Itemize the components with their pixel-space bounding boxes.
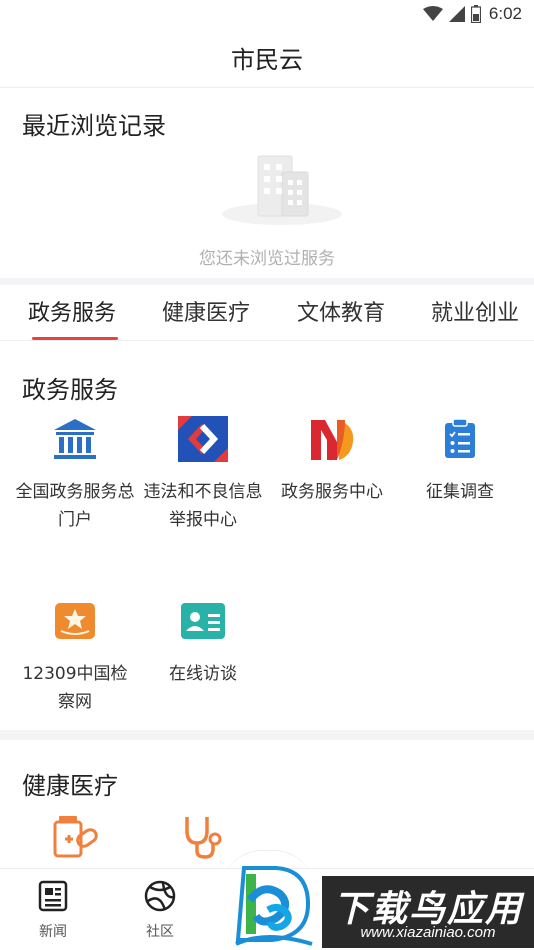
gov-service-center-icon xyxy=(307,414,357,464)
health-section: 健康医疗 xyxy=(0,740,534,868)
watermark-url: www.xiazainiao.com xyxy=(360,924,496,941)
government-building-icon xyxy=(50,414,100,464)
category-tabs: 政务服务 健康医疗 文体教育 就业创业 xyxy=(0,285,534,341)
page-title: 市民云 xyxy=(231,46,303,74)
service-item-national-portal[interactable]: 全国政务服务总门户 xyxy=(9,414,141,534)
watermark-logo xyxy=(226,860,318,950)
online-interview-icon xyxy=(178,596,228,646)
service-label: 征集调查 xyxy=(426,482,494,502)
service-label: 12309中国检察网 xyxy=(22,664,128,712)
service-label: 全国政务服务总门户 xyxy=(15,482,135,530)
nav-item-news[interactable]: 新闻 xyxy=(13,879,93,941)
service-label: 违法和不良信息举报中心 xyxy=(143,482,263,530)
wifi-icon xyxy=(422,6,443,22)
battery-icon xyxy=(470,5,481,23)
service-label: 在线访谈 xyxy=(169,664,237,684)
service-item-gov-center[interactable]: 政务服务中心 xyxy=(266,414,398,506)
empty-state-text: 您还未浏览过服务 xyxy=(199,249,335,269)
news-icon xyxy=(36,879,70,913)
status-time: 6:02 xyxy=(488,4,522,23)
status-bar: 6:02 xyxy=(0,0,534,28)
watermark-banner: 下载鸟应用 www.xiazainiao.com xyxy=(322,876,534,948)
watermark: 下载鸟应用 www.xiazainiao.com xyxy=(226,860,534,950)
section-divider xyxy=(0,730,534,740)
service-item-procuratorate[interactable]: 12309中国检察网 xyxy=(9,596,141,716)
service-item-report-center[interactable]: 违法和不良信息举报中心 xyxy=(137,414,269,534)
nav-item-community[interactable]: 社区 xyxy=(120,879,200,941)
service-item-online-interview[interactable]: 在线访谈 xyxy=(137,596,269,688)
recent-heading: 最近浏览记录 xyxy=(22,112,166,140)
tab-health[interactable]: 健康医疗 xyxy=(162,295,250,327)
tab-gov-services[interactable]: 政务服务 xyxy=(28,295,116,327)
survey-clipboard-icon xyxy=(435,414,485,464)
service-label: 政务服务中心 xyxy=(281,482,383,502)
active-tab-indicator xyxy=(32,337,118,340)
recent-section: 最近浏览记录 您还未浏览过服务 xyxy=(0,88,534,278)
medicine-icon xyxy=(50,812,100,862)
tab-culture-education[interactable]: 文体教育 xyxy=(297,295,385,327)
stethoscope-icon xyxy=(178,812,228,862)
gov-services-section: 政务服务 全国政务服务总门户 违法和不良信息举报中心 政务服务中心 征集调查 1… xyxy=(0,342,534,730)
app-header: 市民云 xyxy=(0,28,534,88)
nav-label: 社区 xyxy=(146,924,174,940)
community-icon xyxy=(143,879,177,913)
gov-services-heading: 政务服务 xyxy=(22,376,118,404)
nav-label: 新闻 xyxy=(39,924,67,940)
signal-icon xyxy=(448,6,465,22)
service-item-survey[interactable]: 征集调查 xyxy=(394,414,526,506)
service-item-medicine[interactable] xyxy=(9,812,141,862)
health-heading: 健康医疗 xyxy=(22,772,118,800)
procuratorate-badge-icon xyxy=(50,596,100,646)
section-divider xyxy=(0,278,534,285)
tab-employment[interactable]: 就业创业 xyxy=(431,295,519,327)
report-center-icon xyxy=(178,414,228,464)
empty-state-illustration xyxy=(218,150,346,230)
